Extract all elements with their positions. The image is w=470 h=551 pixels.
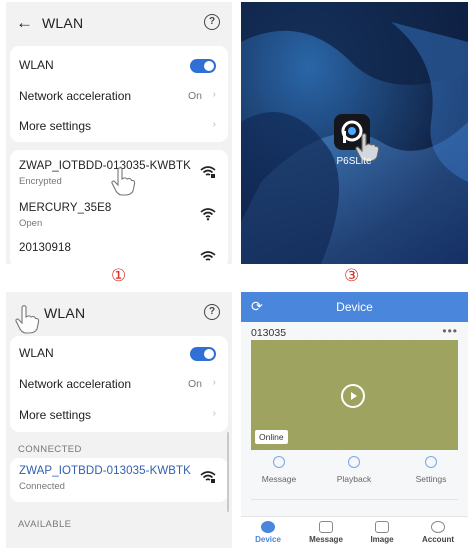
action-label: Settings bbox=[415, 474, 447, 484]
wifi-icon bbox=[200, 208, 216, 221]
wifi-lock-icon bbox=[200, 251, 216, 261]
step-label-1: ① bbox=[111, 266, 127, 286]
page-title: WLAN bbox=[42, 15, 84, 31]
question-icon[interactable]: ? bbox=[204, 304, 220, 320]
network-acceleration-row[interactable]: Network acceleration On › bbox=[10, 369, 228, 399]
wlan-label: WLAN bbox=[19, 346, 54, 360]
image-icon bbox=[375, 521, 389, 533]
tab-account[interactable]: Account bbox=[413, 521, 463, 544]
wifi-connected-icon bbox=[200, 471, 216, 483]
more-settings-label: More settings bbox=[19, 408, 92, 422]
network-ssid: ZWAP_IOTBDD-013035-KWBTK bbox=[19, 160, 191, 172]
message-action-button[interactable]: Message bbox=[249, 456, 309, 484]
page-title: WLAN bbox=[44, 305, 86, 321]
connected-section-header: CONNECTED bbox=[18, 444, 82, 455]
step-label-3: ③ bbox=[344, 266, 360, 286]
device-icon bbox=[261, 521, 275, 533]
network-ssid: ZWAP_IOTBDD-013035-KWBTK bbox=[19, 465, 191, 477]
video-preview[interactable]: Online bbox=[251, 340, 458, 450]
scrollbar[interactable] bbox=[227, 432, 229, 512]
network-ssid: MERCURY_35E8 bbox=[19, 202, 112, 214]
tab-label: Device bbox=[255, 535, 281, 544]
message-icon bbox=[319, 521, 333, 533]
hand-pointer-icon bbox=[15, 305, 40, 334]
wlan-settings-card: WLAN Network acceleration On › More sett… bbox=[10, 336, 228, 432]
more-options-icon[interactable]: ••• bbox=[442, 324, 458, 338]
action-label: Playback bbox=[336, 474, 372, 484]
message-icon bbox=[273, 456, 285, 468]
arrow-left-icon[interactable]: ← bbox=[16, 13, 33, 33]
playback-action-button[interactable]: Playback bbox=[324, 456, 384, 484]
network-acceleration-label: Network acceleration bbox=[19, 89, 132, 103]
app-header-title: Device bbox=[336, 300, 373, 314]
tab-message[interactable]: Message bbox=[301, 521, 351, 544]
divider bbox=[251, 499, 458, 500]
question-icon[interactable]: ? bbox=[204, 14, 220, 30]
network-status: Connected bbox=[19, 481, 65, 492]
more-settings-row[interactable]: More settings › bbox=[10, 111, 228, 141]
tab-label: Account bbox=[422, 535, 454, 544]
online-badge: Online bbox=[255, 430, 288, 444]
tab-label: Image bbox=[370, 535, 394, 544]
play-icon[interactable] bbox=[341, 384, 365, 408]
bottom-tab-bar: Device Message Image Account bbox=[241, 516, 468, 548]
tab-device[interactable]: Device bbox=[243, 521, 293, 544]
playback-icon bbox=[348, 456, 360, 468]
network-acceleration-label: Network acceleration bbox=[19, 377, 132, 391]
wlan-settings-card: WLAN Network acceleration On › More sett… bbox=[10, 46, 228, 142]
wlan-header: ← WLAN ? bbox=[6, 2, 232, 42]
network-item[interactable]: MERCURY_35E8 Open bbox=[10, 196, 228, 236]
wifi-lock-icon bbox=[200, 166, 216, 178]
network-status: Encrypted bbox=[19, 176, 62, 187]
settings-icon bbox=[425, 456, 437, 468]
more-settings-row[interactable]: More settings › bbox=[10, 400, 228, 430]
home-screen: P6SLite bbox=[241, 2, 468, 264]
network-acceleration-value: On bbox=[187, 90, 202, 102]
tab-label: Message bbox=[309, 535, 343, 544]
connected-network-card: ZWAP_IOTBDD-013035-KWBTK Connected bbox=[10, 458, 228, 502]
network-status: Open bbox=[19, 218, 43, 229]
chevron-right-icon: › bbox=[212, 89, 216, 100]
wlan-label: WLAN bbox=[19, 58, 54, 72]
network-acceleration-row[interactable]: Network acceleration On › bbox=[10, 81, 228, 111]
tab-image[interactable]: Image bbox=[357, 521, 407, 544]
available-section-header: AVAILABLE bbox=[18, 519, 72, 530]
wlan-toggle[interactable] bbox=[190, 59, 216, 73]
wlan-toggle-row[interactable]: WLAN bbox=[10, 50, 228, 80]
network-item[interactable]: 20130918 bbox=[10, 236, 228, 264]
wlan-settings-screen-step1: ← WLAN ? WLAN Network acceleration On › … bbox=[6, 2, 232, 264]
action-label: Message bbox=[261, 474, 297, 484]
device-actions: Message Playback Settings bbox=[241, 456, 468, 490]
chevron-right-icon: › bbox=[212, 377, 216, 388]
wlan-toggle-row[interactable]: WLAN bbox=[10, 338, 228, 368]
network-ssid: 20130918 bbox=[19, 242, 71, 254]
hand-pointer-icon bbox=[111, 167, 136, 196]
app-label: P6SLite bbox=[336, 156, 372, 167]
chevron-right-icon: › bbox=[212, 408, 216, 419]
network-acceleration-value: On bbox=[187, 378, 202, 390]
connected-network-item[interactable]: ZWAP_IOTBDD-013035-KWBTK Connected bbox=[10, 459, 228, 499]
app-device-screen: ⟳ Device 013035 ••• Online Message Playb… bbox=[241, 292, 468, 548]
app-header: ⟳ Device bbox=[241, 292, 468, 322]
wlan-settings-screen-connected: WLAN ? WLAN Network acceleration On › Mo… bbox=[6, 292, 232, 548]
more-settings-label: More settings bbox=[19, 119, 92, 133]
device-name: 013035 bbox=[251, 327, 287, 339]
chevron-right-icon: › bbox=[212, 119, 216, 130]
wlan-toggle[interactable] bbox=[190, 347, 216, 361]
account-icon bbox=[431, 521, 445, 533]
settings-action-button[interactable]: Settings bbox=[401, 456, 461, 484]
